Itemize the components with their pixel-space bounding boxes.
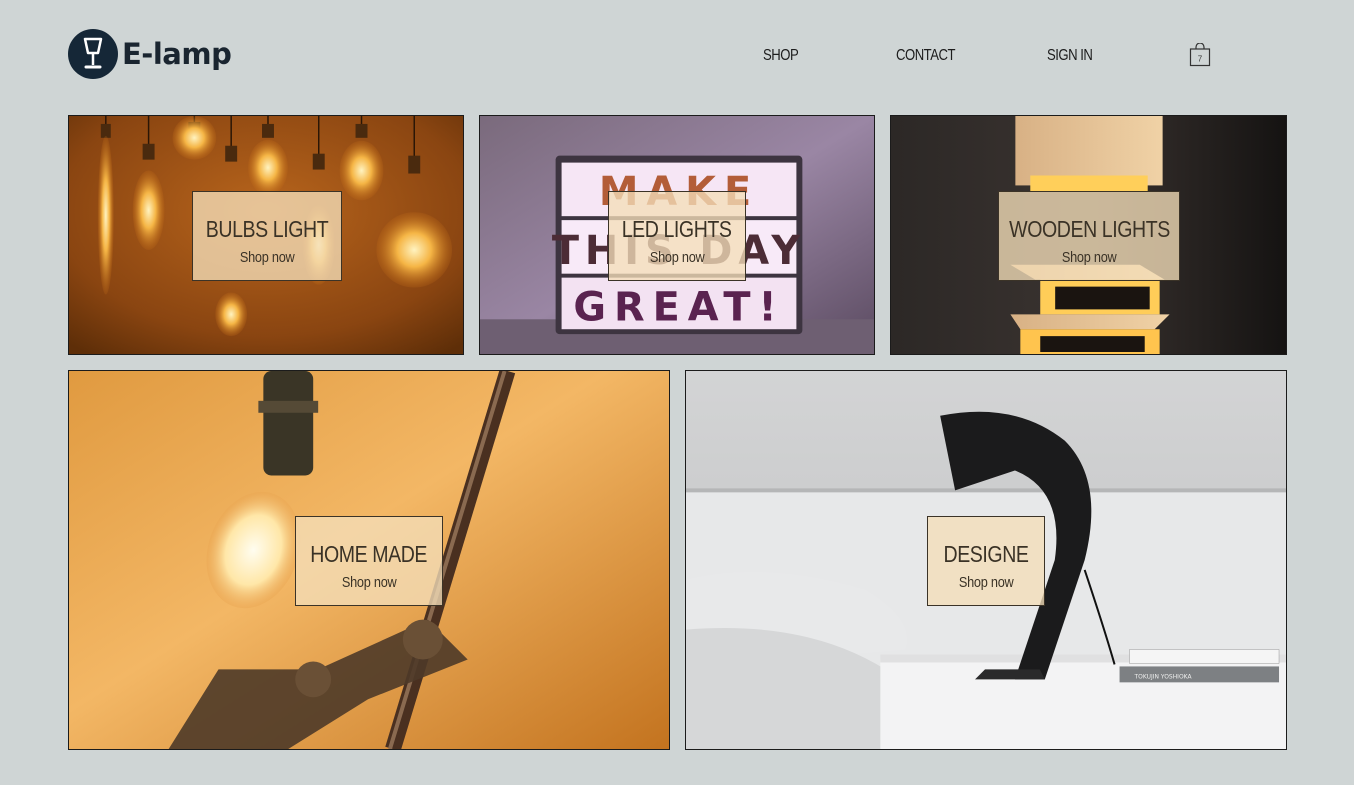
tile-title: LED LIGHTS	[622, 216, 732, 242]
category-tile-led-lights[interactable]: MAKE THIS DAY GREAT! LED LIGHTS Shop now	[479, 115, 875, 355]
shop-now-link[interactable]: Shop now	[1062, 249, 1117, 266]
category-tile-home-made[interactable]: HOME MADE Shop now	[68, 370, 670, 750]
category-tile-designe[interactable]: TOKUJIN YOSHIOKA DESIGNE Shop now	[685, 370, 1287, 750]
shop-now-link[interactable]: Shop now	[342, 574, 397, 591]
tile-label-box: LED LIGHTS Shop now	[608, 191, 746, 281]
cart-count: 7	[1198, 55, 1203, 64]
tile-title: BULBS LIGHT	[205, 216, 329, 242]
logo[interactable]: E-lamp	[68, 29, 232, 79]
shop-now-link[interactable]: Shop now	[240, 249, 295, 266]
tile-label-box: WOODEN LIGHTS Shop now	[998, 191, 1180, 281]
category-tile-wooden-lights[interactable]: WOODEN LIGHTS Shop now	[890, 115, 1287, 355]
shop-now-link[interactable]: Shop now	[650, 249, 705, 266]
book-spine-text: TOKUJIN YOSHIOKA	[1134, 673, 1193, 680]
nav-sign-in[interactable]: SIGN IN	[1047, 47, 1093, 65]
logo-text: E-lamp	[122, 37, 232, 71]
tile-title: WOODEN LIGHTS	[1008, 216, 1170, 242]
tile-label-box: BULBS LIGHT Shop now	[192, 191, 342, 281]
shop-now-link[interactable]: Shop now	[959, 574, 1014, 591]
shopping-bag-icon[interactable]: 7	[1189, 42, 1211, 72]
lightbox-line-3: GREAT!	[573, 284, 784, 330]
tile-title: HOME MADE	[310, 541, 428, 567]
tile-label-box: DESIGNE Shop now	[927, 516, 1045, 606]
nav-contact[interactable]: CONTACT	[896, 47, 955, 65]
category-tile-bulbs-light[interactable]: BULBS LIGHT Shop now	[68, 115, 464, 355]
lamp-logo-icon	[68, 29, 118, 79]
tile-title: DESIGNE	[943, 541, 1029, 567]
tile-label-box: HOME MADE Shop now	[295, 516, 443, 606]
nav-shop[interactable]: SHOP	[763, 47, 799, 65]
